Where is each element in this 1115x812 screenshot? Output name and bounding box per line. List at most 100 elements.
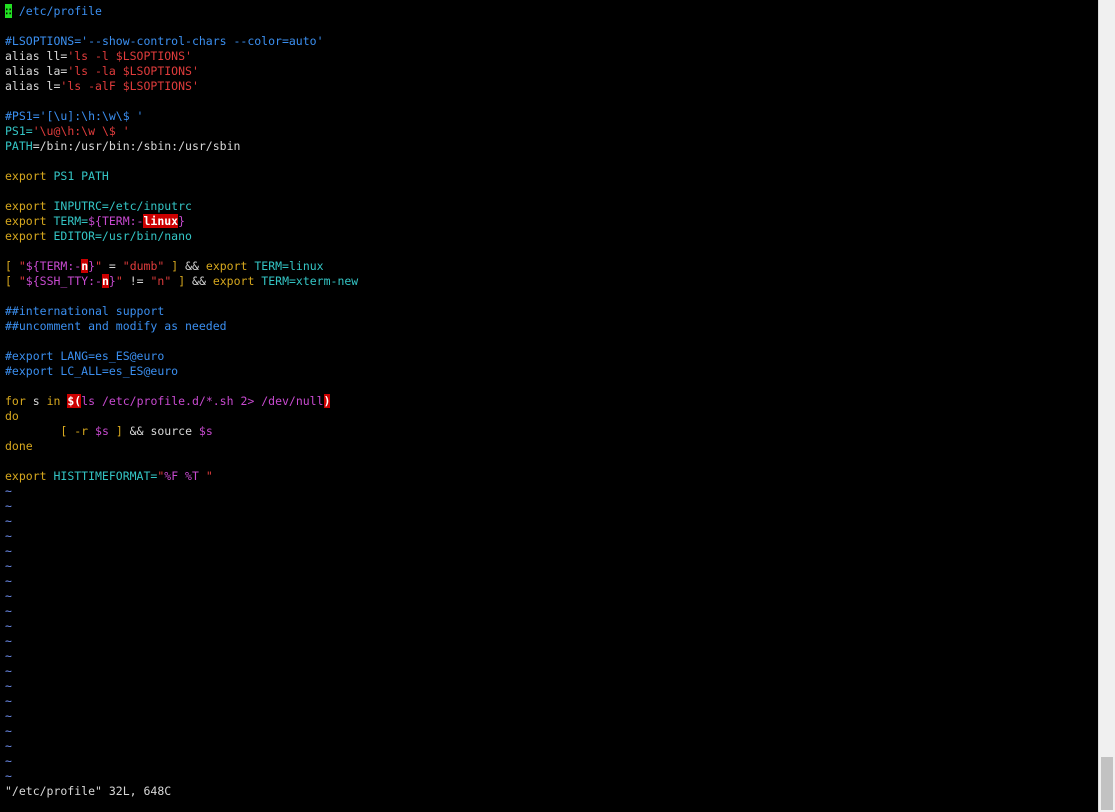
editor-line[interactable]: ##uncomment and modify as needed (5, 319, 227, 334)
code-token: export (5, 469, 54, 483)
empty-line-tilde: ~ (5, 754, 12, 768)
editor-line[interactable]: PATH=/bin:/usr/bin:/sbin:/usr/sbin (5, 139, 240, 154)
match-highlight: ) (323, 394, 331, 408)
code-token: TERM=xterm-new (261, 274, 359, 288)
code-token: $LSOPTIONS (122, 79, 192, 93)
editor-line[interactable]: export INPUTRC=/etc/inputrc (5, 199, 192, 214)
status-line: "/etc/profile" 32L, 648C (5, 784, 172, 798)
editor-line[interactable]: #PS1='[\u]:\h:\w\$ ' (5, 109, 143, 124)
editor-line[interactable]: PS1='\u@\h:\w \$ ' (5, 124, 130, 139)
empty-line-tilde: ~ (5, 679, 12, 693)
empty-line-tilde: ~ (5, 724, 12, 738)
empty-line-tilde: ~ (5, 574, 12, 588)
code-token: $LSOPTIONS (122, 64, 192, 78)
editor-line[interactable]: ##international support (5, 304, 164, 319)
empty-line-tilde: ~ (5, 499, 12, 513)
code-token: } (178, 214, 186, 228)
editor-line[interactable]: alias l='ls -alF $LSOPTIONS' (5, 79, 199, 94)
editor-line[interactable]: for s in $(ls /etc/profile.d/*.sh 2> /de… (5, 394, 331, 409)
vim-editor[interactable]: ∷ /etc/profile #LSOPTIONS='--show-control… (0, 0, 1098, 812)
code-token: =/bin:/usr/bin:/sbin:/usr/sbin (32, 139, 241, 153)
match-highlight: n (101, 274, 109, 288)
empty-line-tilde: ~ (5, 484, 12, 498)
code-token: 'ls -alF (60, 79, 123, 93)
editor-line[interactable]: export TERM=${TERM:-linux} (5, 214, 185, 229)
code-token: #LSOPTIONS= (5, 34, 82, 48)
code-token: in (46, 394, 68, 408)
empty-line-tilde: ~ (5, 544, 12, 558)
code-token: #export LC_ALL=es_ES@euro (5, 364, 179, 378)
editor-line[interactable]: export HISTTIMEFORMAT="%F %T " (5, 469, 213, 484)
scrollbar-thumb[interactable] (1101, 757, 1113, 810)
code-token: ls /etc/profile.d/*.sh 2> /dev/null (81, 394, 324, 408)
code-token: TERM=linux (254, 259, 324, 273)
code-token: PS1= (5, 124, 33, 138)
code-token: alias l= (5, 79, 61, 93)
code-token: " (18, 274, 26, 288)
empty-line-tilde: ~ (5, 559, 12, 573)
code-token: export (205, 259, 255, 273)
editor-line[interactable]: [ "${TERM:-n}" = "dumb" ] && export TERM… (5, 259, 324, 274)
code-token: ${TERM:- (88, 214, 144, 228)
code-token: ##uncomment and modify as needed (5, 319, 227, 333)
code-token: "dumb" (122, 259, 165, 273)
code-token: export (5, 169, 54, 183)
code-token: #export LANG=es_ES@euro (5, 349, 165, 363)
empty-line-tilde: ~ (5, 769, 12, 783)
code-token: ' (191, 64, 199, 78)
empty-line-tilde: ~ (5, 604, 12, 618)
code-token: ' (185, 49, 192, 63)
editor-line[interactable]: [ -r $s ] && source $s (5, 424, 213, 439)
code-token: } (108, 274, 116, 288)
code-token: TERM= (53, 214, 89, 228)
code-token: 'ls -la (67, 64, 123, 78)
vertical-scrollbar[interactable] (1098, 0, 1115, 812)
code-token: $s (198, 424, 213, 438)
code-token: ##international support (5, 304, 165, 318)
code-token: export (5, 214, 54, 228)
empty-line-tilde: ~ (5, 709, 12, 723)
empty-line-tilde: ~ (5, 529, 12, 543)
editor-line[interactable]: done (5, 439, 33, 454)
code-token: alias ll= (5, 49, 68, 63)
code-token: source (150, 424, 199, 438)
editor-line[interactable]: alias la='ls -la $LSOPTIONS' (5, 64, 199, 79)
code-token: '\u@\h:\w \$ ' (32, 124, 130, 138)
code-token: export (5, 229, 54, 243)
editor-line[interactable]: #export LANG=es_ES@euro (5, 349, 164, 364)
editor-line[interactable]: ∷ /etc/profile (5, 4, 102, 19)
code-token: ' (191, 79, 199, 93)
code-token: PATH (5, 139, 33, 153)
editor-line[interactable]: export EDITOR=/usr/bin/nano (5, 229, 192, 244)
editor-line[interactable]: #export LC_ALL=es_ES@euro (5, 364, 178, 379)
editor-line[interactable]: export PS1 PATH (5, 169, 109, 184)
code-token: ] (164, 259, 186, 273)
editor-line[interactable]: alias ll='ls -l $LSOPTIONS' (5, 49, 192, 64)
code-token: ${TERM:- (25, 259, 82, 273)
empty-line-tilde: ~ (5, 739, 12, 753)
code-token: && (185, 259, 206, 273)
code-token: && (129, 424, 151, 438)
empty-line-tilde: ~ (5, 634, 12, 648)
code-token: /etc/profile (11, 4, 102, 18)
code-token: [ (5, 259, 19, 273)
empty-line-tilde: ~ (5, 649, 12, 663)
code-token: = (102, 259, 123, 273)
code-token: && (192, 274, 213, 288)
block-cursor-icon: ∷ (5, 4, 12, 18)
code-token: ] (108, 424, 130, 438)
code-token: export (5, 199, 54, 213)
code-token: -r (74, 424, 96, 438)
code-token: [ (5, 424, 75, 438)
code-token: "n" (150, 274, 172, 288)
empty-line-tilde: ~ (5, 514, 12, 528)
code-token: INPUTRC=/etc/inputrc (53, 199, 192, 213)
code-token: HISTTIMEFORMAT= (53, 469, 158, 483)
editor-line[interactable]: #LSOPTIONS='--show-control-chars --color… (5, 34, 324, 49)
editor-line[interactable]: do (5, 409, 19, 424)
code-token: $LSOPTIONS (115, 49, 186, 63)
code-token: $s (95, 424, 109, 438)
empty-line-tilde: ~ (5, 664, 12, 678)
code-token: '--show-control-chars --color=auto' (81, 34, 324, 48)
editor-line[interactable]: [ "${SSH_TTY:-n}" != "n" ] && export TER… (5, 274, 358, 289)
